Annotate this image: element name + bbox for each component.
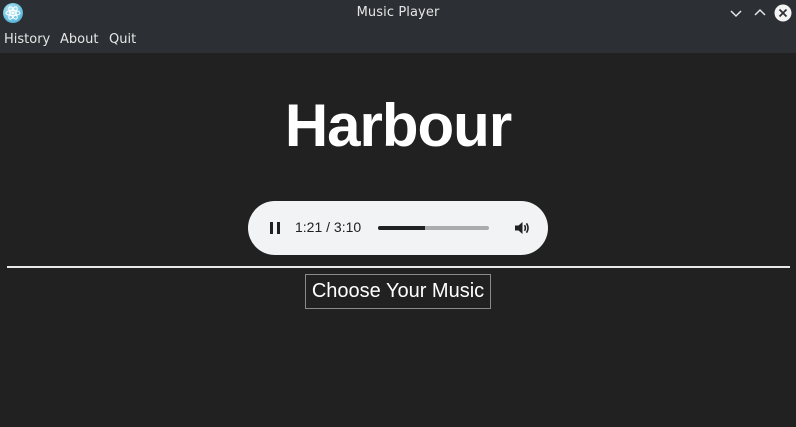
divider [7, 266, 790, 268]
pause-icon [270, 222, 280, 234]
chevron-up-icon [754, 8, 766, 16]
choose-music-button[interactable]: Choose Your Music [305, 274, 491, 309]
play-pause-button[interactable] [265, 218, 285, 238]
song-title: Harbour [284, 92, 512, 159]
chevron-down-icon [730, 10, 742, 18]
title-bar: Music Player [0, 0, 796, 27]
volume-button[interactable] [512, 218, 532, 238]
time-display: 1:21 / 3:10 [295, 219, 362, 235]
progress-slider[interactable] [378, 226, 489, 230]
menu-item-about[interactable]: About [60, 32, 98, 47]
progress-fill [378, 226, 426, 230]
audio-player: 1:21 / 3:10 [248, 201, 548, 255]
volume-icon [515, 222, 529, 234]
window-title: Music Player [356, 5, 440, 20]
menu-item-history[interactable]: History [4, 32, 50, 47]
main-content: Harbour 1:21 / 3:10 Choose Your Music [0, 53, 796, 427]
close-button[interactable] [774, 4, 792, 22]
menu-item-quit[interactable]: Quit [109, 32, 136, 47]
menu-bar: History About Quit [0, 27, 796, 53]
close-icon [774, 4, 792, 22]
minimize-button[interactable] [727, 4, 745, 22]
maximize-button[interactable] [751, 4, 769, 22]
